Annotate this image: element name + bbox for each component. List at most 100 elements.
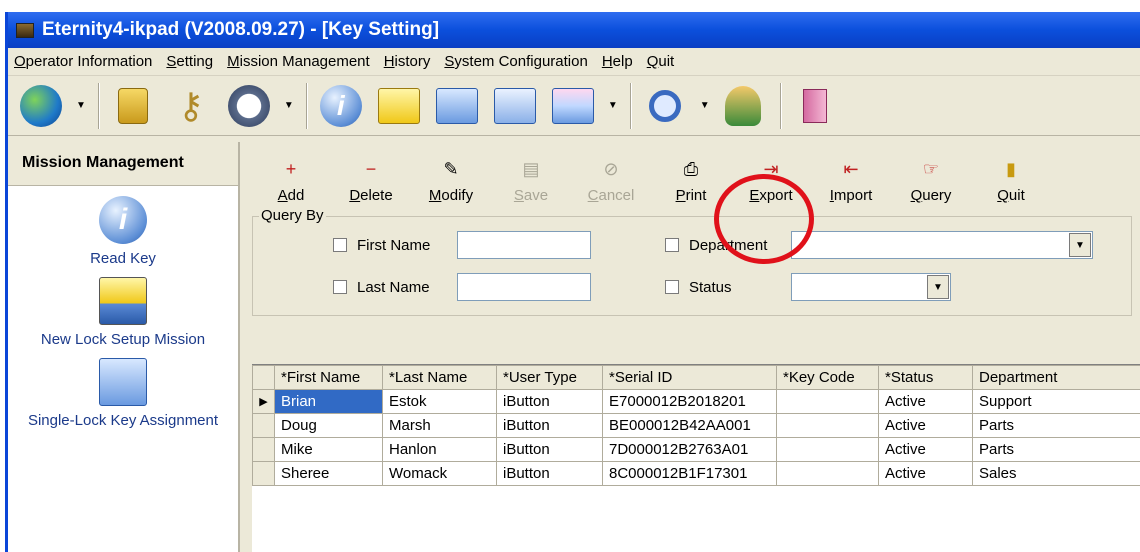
chevron-down-icon[interactable]: ▼ [284,100,294,111]
printer-icon: ⎙ [683,159,699,179]
key-table[interactable]: *First Name *Last Name *User Type *Seria… [252,364,1140,552]
clock-icon[interactable] [226,83,272,129]
table-cell[interactable]: iButton [496,413,603,438]
info-icon[interactable]: i [318,83,364,129]
first-name-field[interactable] [457,231,591,259]
table-cell[interactable]: 8C000012B1F17301 [602,461,777,486]
table-cell[interactable]: Active [878,413,973,438]
menu-system-configuration[interactable]: System Configuration [444,53,587,70]
quit-button[interactable]: ▮ Quit [978,159,1044,204]
title-bar[interactable]: Eternity4-ikpad (V2008.09.27) - [Key Set… [8,12,1140,48]
table-cell[interactable] [776,413,879,438]
column-header[interactable]: *Serial ID [602,365,777,390]
status-checkbox[interactable] [665,280,679,294]
print-button[interactable]: ⎙ Print [658,159,724,204]
sidebar-item-single-lock-key-assignment[interactable]: Single-Lock Key Assignment [8,358,238,429]
table-row[interactable]: Sheree Womack iButton 8C000012B1F17301 A… [252,461,1140,486]
keys-icon[interactable]: ⚷ [168,83,214,129]
menu-operator-information[interactable]: Operator Information [14,53,152,70]
folder-blue-arrow-icon[interactable] [434,83,480,129]
table-row[interactable]: Mike Hanlon iButton 7D000012B2763A01 Act… [252,437,1140,462]
column-header[interactable]: *Status [878,365,973,390]
save-button[interactable]: ▤ Save [498,159,564,204]
chevron-down-icon[interactable]: ▼ [76,100,86,111]
modify-button[interactable]: ✎ Modify [418,159,484,204]
globe-user-icon[interactable] [18,83,64,129]
table-row[interactable]: ▶ Brian Estok iButton E7000012B2018201 A… [252,389,1140,414]
query-button[interactable]: ☞ Query [898,159,964,204]
folder-open-icon[interactable] [492,83,538,129]
table-cell[interactable]: Parts [972,413,1140,438]
sidebar-item-new-lock-setup-mission[interactable]: New Lock Setup Mission [8,277,238,348]
cancel-button[interactable]: ⊘ Cancel [578,159,644,204]
folder-red-arrow-icon[interactable] [376,83,422,129]
last-name-field[interactable] [457,273,591,301]
table-cell[interactable]: iButton [496,437,603,462]
department-select[interactable]: ▼ [791,231,1093,259]
row-header [252,461,275,486]
table-cell[interactable]: Active [878,389,973,414]
table-cell[interactable]: Mike [274,437,383,462]
add-button[interactable]: + Add [258,159,324,204]
menu-help[interactable]: Help [602,53,633,70]
column-header[interactable]: *Last Name [382,365,497,390]
table-cell[interactable]: Sheree [274,461,383,486]
sidebar-header: Mission Management [8,142,238,186]
table-cell[interactable]: iButton [496,389,603,414]
table-cell[interactable] [776,461,879,486]
add-label: Add [277,187,305,204]
table-cell[interactable]: iButton [496,461,603,486]
department-checkbox[interactable] [665,238,679,252]
toolbar-separator [629,82,632,129]
chevron-down-icon[interactable]: ▼ [700,100,710,111]
column-header[interactable]: *First Name [274,365,383,390]
menu-mission-management[interactable]: Mission Management [227,53,370,70]
sidebar-item-read-key[interactable]: i Read Key [8,196,238,267]
table-cell[interactable]: Brian [274,389,383,414]
table-cell[interactable]: Marsh [382,413,497,438]
add-icon: + [285,159,297,179]
column-header[interactable]: *User Type [496,365,603,390]
table-cell[interactable]: E7000012B2018201 [602,389,777,414]
import-button[interactable]: ⇤ Import [818,159,884,204]
table-row[interactable]: Doug Marsh iButton BE000012B42AA001 Acti… [252,413,1140,438]
table-cell[interactable]: Sales [972,461,1140,486]
table-cell[interactable]: Hanlon [382,437,497,462]
exit-door-icon[interactable] [792,83,838,129]
magnifier-icon[interactable] [642,83,688,129]
table-cell[interactable]: Womack [382,461,497,486]
menu-quit[interactable]: Quit [647,53,675,70]
table-cell[interactable] [776,389,879,414]
table-cell[interactable]: Parts [972,437,1140,462]
menu-history[interactable]: History [384,53,431,70]
toolbar-separator [97,82,100,129]
chevron-down-icon[interactable]: ▼ [1069,233,1091,257]
chevron-down-icon[interactable]: ▼ [608,100,618,111]
table-cell[interactable]: Support [972,389,1140,414]
user-key-icon[interactable] [720,83,766,129]
table-cell[interactable] [776,437,879,462]
first-name-label: First Name [357,236,431,254]
status-row: Status ▼ [665,273,951,301]
query-by-group: Query By First Name Last Name Department… [252,207,1132,316]
delete-button[interactable]: − Delete [338,159,404,204]
table-cell[interactable]: Estok [382,389,497,414]
print-label: Print [675,187,707,204]
table-cell[interactable]: 7D000012B2763A01 [602,437,777,462]
folder-stack-icon[interactable] [550,83,596,129]
menu-setting[interactable]: Setting [166,53,213,70]
first-name-checkbox[interactable] [333,238,347,252]
last-name-checkbox[interactable] [333,280,347,294]
lock-icon[interactable] [110,83,156,129]
column-header[interactable]: *Key Code [776,365,879,390]
table-cell[interactable]: Doug [274,413,383,438]
row-header [252,413,275,438]
column-header[interactable]: Department [972,365,1140,390]
last-name-row: Last Name [333,273,591,301]
table-cell[interactable]: Active [878,461,973,486]
table-cell[interactable]: Active [878,437,973,462]
status-select[interactable]: ▼ [791,273,951,301]
chevron-down-icon[interactable]: ▼ [927,275,949,299]
first-name-row: First Name [333,231,591,259]
table-cell[interactable]: BE000012B42AA001 [602,413,777,438]
